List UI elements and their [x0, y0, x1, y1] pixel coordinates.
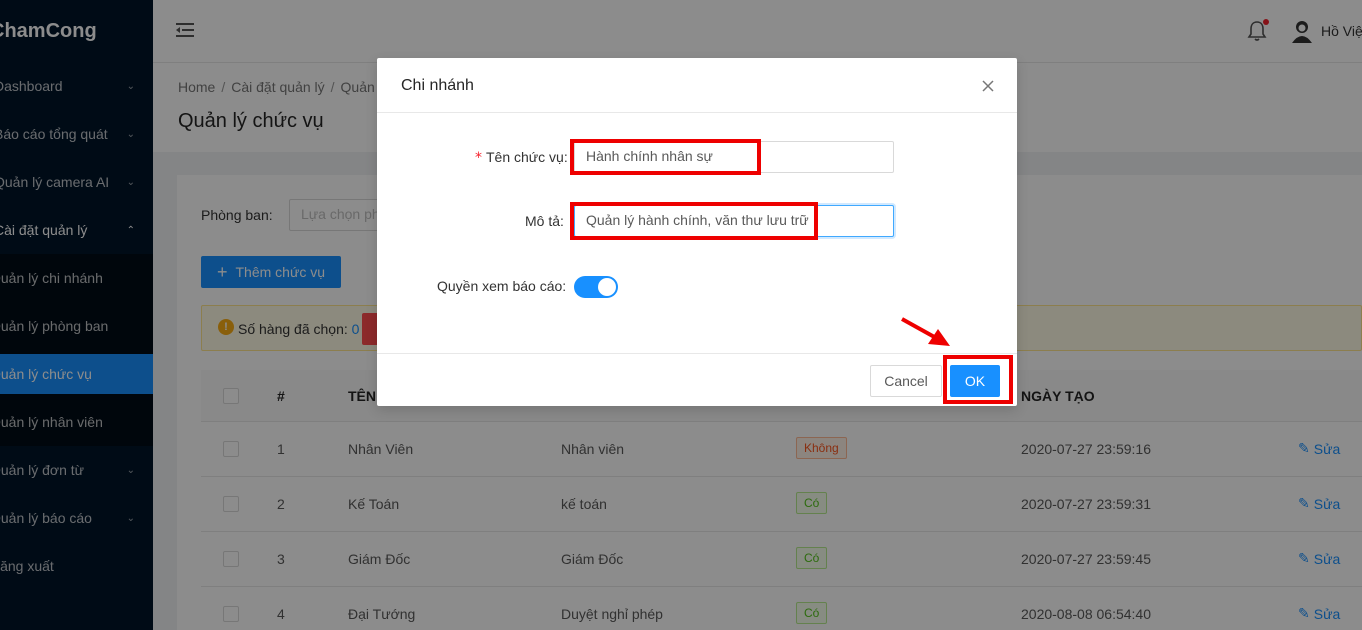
position-name-label: * Tên chức vụ:	[475, 149, 568, 166]
report-permission-label: Quyền xem báo cáo:	[437, 278, 567, 294]
highlight-ok-button	[943, 355, 1013, 404]
highlight-name-input	[570, 139, 761, 175]
close-icon[interactable]	[980, 78, 996, 94]
modal-title: Chi nhánh	[401, 77, 474, 94]
red-arrow-icon	[901, 317, 950, 346]
highlight-description-input	[570, 202, 818, 240]
description-label: Mô tả:	[525, 213, 564, 229]
cancel-button[interactable]: Cancel	[870, 365, 942, 397]
report-permission-toggle[interactable]	[574, 276, 618, 298]
